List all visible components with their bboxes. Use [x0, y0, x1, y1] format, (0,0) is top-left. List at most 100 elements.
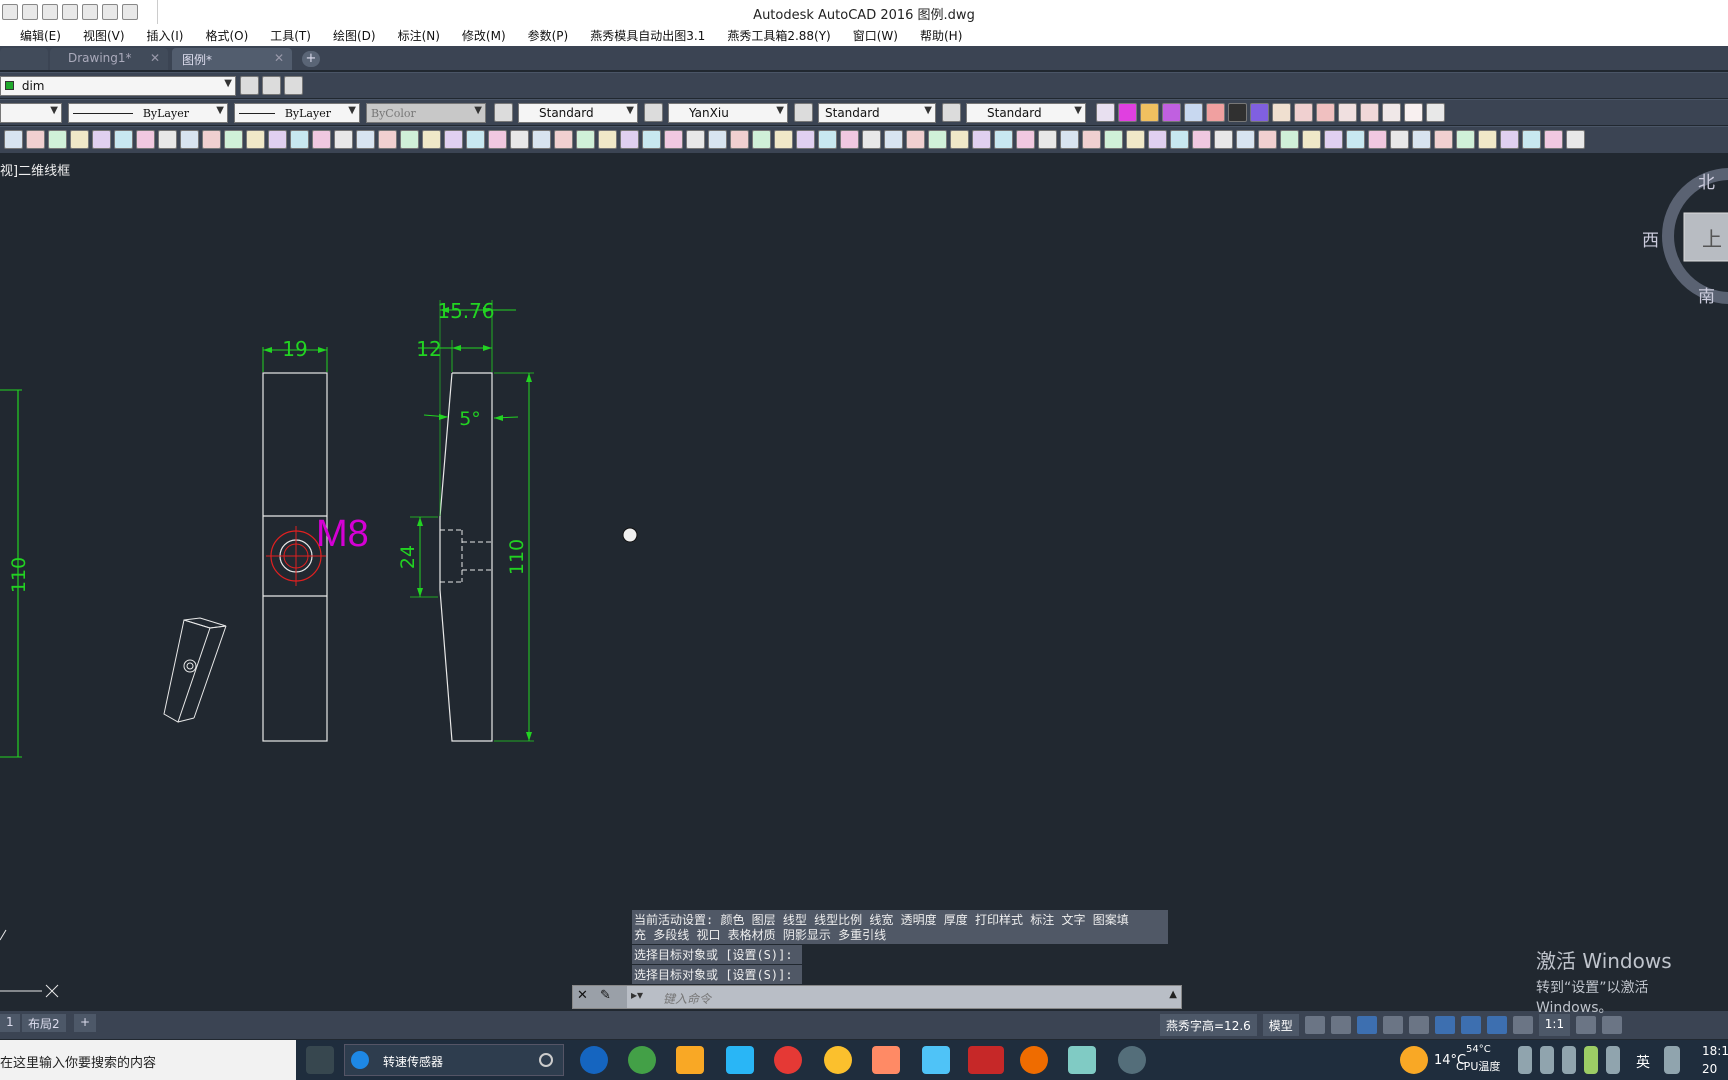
- file-tab-start[interactable]: [0, 48, 48, 70]
- ime-grid-icon[interactable]: [1664, 1046, 1680, 1074]
- otrack-icon[interactable]: [1460, 1016, 1481, 1034]
- tool-icon[interactable]: [400, 130, 419, 149]
- tool-icon[interactable]: [1192, 130, 1211, 149]
- app-orange-icon[interactable]: [872, 1046, 900, 1074]
- tool-icon[interactable]: [1316, 103, 1335, 122]
- tool-icon[interactable]: [1412, 130, 1431, 149]
- tool-icon[interactable]: [1096, 103, 1115, 122]
- menu-edit[interactable]: 编辑(E): [20, 27, 61, 44]
- tool-icon[interactable]: [884, 130, 903, 149]
- new-tab-button[interactable]: +: [302, 51, 320, 67]
- tool-icon[interactable]: [202, 130, 221, 149]
- layer-previous-icon[interactable]: [262, 76, 281, 95]
- tool-icon[interactable]: [1302, 130, 1321, 149]
- layer-match-icon[interactable]: [284, 76, 303, 95]
- autocad-icon[interactable]: [968, 1046, 1004, 1074]
- text-style-dropdown[interactable]: Standard ▼: [518, 103, 638, 123]
- close-icon[interactable]: ✕: [274, 51, 284, 65]
- tool-icon[interactable]: [642, 130, 661, 149]
- tool-icon[interactable]: [752, 130, 771, 149]
- tool-icon[interactable]: [136, 130, 155, 149]
- annoscale-icon[interactable]: [1512, 1016, 1533, 1034]
- clock-date[interactable]: 20: [1702, 1062, 1717, 1076]
- viewcube-west[interactable]: 西: [1642, 231, 1659, 251]
- tool-icon[interactable]: [1272, 103, 1291, 122]
- annotation-icon[interactable]: [1486, 1016, 1507, 1034]
- menu-parametric[interactable]: 参数(P): [528, 27, 569, 44]
- tool-icon[interactable]: [70, 130, 89, 149]
- menu-yanxiu-toolbox[interactable]: 燕秀工具箱2.88(Y): [727, 27, 830, 44]
- menu-dimension[interactable]: 标注(N): [398, 27, 440, 44]
- tool-icon[interactable]: [708, 130, 727, 149]
- tool-icon[interactable]: [1426, 103, 1445, 122]
- tool-icon[interactable]: [1360, 103, 1379, 122]
- tool-icon[interactable]: [488, 130, 507, 149]
- viewcube-south[interactable]: 南: [1698, 287, 1715, 307]
- task-view-icon[interactable]: [306, 1046, 334, 1074]
- security-icon[interactable]: [1584, 1046, 1598, 1074]
- app-teal-icon[interactable]: [1068, 1046, 1096, 1074]
- menu-format[interactable]: 格式(O): [205, 27, 248, 44]
- tool-icon[interactable]: [554, 130, 573, 149]
- tool-icon[interactable]: [1214, 130, 1233, 149]
- status-scale[interactable]: 1:1: [1538, 1014, 1571, 1036]
- plus-icon[interactable]: [1602, 1016, 1623, 1034]
- tool-icon[interactable]: [246, 130, 265, 149]
- tool-icon[interactable]: [466, 130, 485, 149]
- grid-icon[interactable]: [1304, 1016, 1325, 1034]
- tool-icon[interactable]: [1170, 130, 1189, 149]
- tool-icon[interactable]: [1184, 103, 1203, 122]
- tool-icon[interactable]: [1382, 103, 1401, 122]
- tool-icon[interactable]: [950, 130, 969, 149]
- tool-icon[interactable]: [290, 130, 309, 149]
- tool-icon[interactable]: [1294, 103, 1313, 122]
- tool-icon[interactable]: [26, 130, 45, 149]
- tool-icon[interactable]: [1258, 130, 1277, 149]
- taskbar-search[interactable]: 在这里输入你要搜索的内容: [0, 1040, 296, 1080]
- tool-icon[interactable]: [356, 130, 375, 149]
- volume-icon[interactable]: [1606, 1046, 1620, 1074]
- osnap-icon[interactable]: [1434, 1016, 1455, 1034]
- tool-icon[interactable]: [1148, 130, 1167, 149]
- menu-yanxiu-mold[interactable]: 燕秀模具自动出图3.1: [590, 27, 705, 44]
- tool-icon[interactable]: [1236, 130, 1255, 149]
- viewcube[interactable]: 上 北 西 南: [1642, 168, 1728, 307]
- tool-icon[interactable]: [818, 130, 837, 149]
- tool-icon[interactable]: [994, 130, 1013, 149]
- layer-dropdown[interactable]: dim ▼: [0, 76, 236, 96]
- layer-properties-icon[interactable]: [240, 76, 259, 95]
- app-search-icon[interactable]: [1020, 1046, 1048, 1074]
- tool-icon[interactable]: [1118, 103, 1137, 122]
- table-style-icon[interactable]: [794, 103, 813, 122]
- tool-icon[interactable]: [1126, 130, 1145, 149]
- tool-icon[interactable]: [1324, 130, 1343, 149]
- tool-icon[interactable]: [334, 130, 353, 149]
- tool-icon[interactable]: [1140, 103, 1159, 122]
- tool-icon[interactable]: [422, 130, 441, 149]
- tool-icon[interactable]: [862, 130, 881, 149]
- layout-tab-2[interactable]: 布局2: [22, 1014, 66, 1032]
- tool-icon[interactable]: [1346, 130, 1365, 149]
- polar-icon[interactable]: [1382, 1016, 1403, 1034]
- tool-icon[interactable]: [1250, 103, 1269, 122]
- tool-icon[interactable]: [1228, 103, 1247, 122]
- tool-icon[interactable]: [1206, 103, 1225, 122]
- tool-icon[interactable]: [906, 130, 925, 149]
- tool-icon[interactable]: [1016, 130, 1035, 149]
- tool-icon[interactable]: [774, 130, 793, 149]
- tool-icon[interactable]: [620, 130, 639, 149]
- tool-icon[interactable]: [576, 130, 595, 149]
- snap-icon[interactable]: [1330, 1016, 1351, 1034]
- close-icon[interactable]: ✕: [577, 988, 588, 1003]
- menu-view[interactable]: 视图(V): [83, 27, 125, 44]
- tool-icon[interactable]: [1338, 103, 1357, 122]
- menu-draw[interactable]: 绘图(D): [333, 27, 376, 44]
- tool-icon[interactable]: [114, 130, 133, 149]
- tool-icon[interactable]: [1060, 130, 1079, 149]
- tool-icon[interactable]: [1434, 130, 1453, 149]
- tool-icon[interactable]: [48, 130, 67, 149]
- close-icon[interactable]: ✕: [150, 51, 160, 65]
- tool-icon[interactable]: [444, 130, 463, 149]
- viewcube-face[interactable]: 上: [1702, 227, 1722, 251]
- tool-icon[interactable]: [180, 130, 199, 149]
